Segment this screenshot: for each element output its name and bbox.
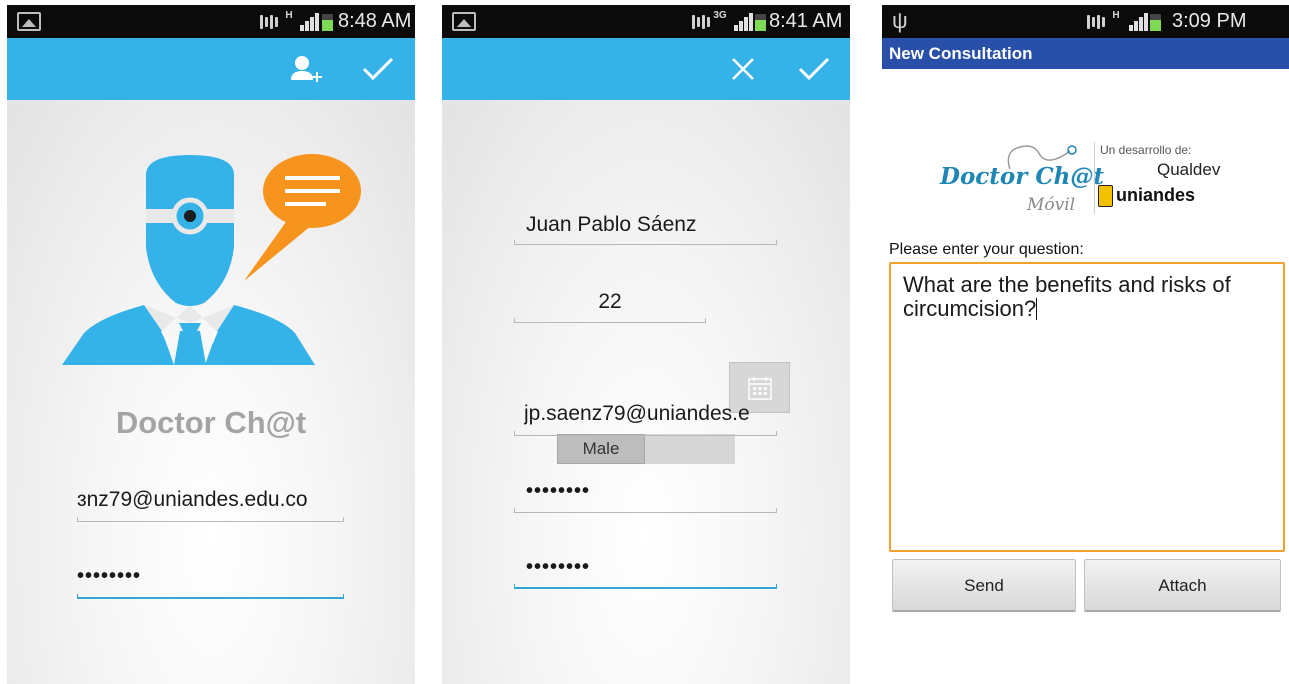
mute-icon — [692, 15, 712, 29]
uniandes-logo-mark — [1098, 185, 1113, 207]
network-type-indicator: H — [285, 10, 293, 21]
action-bar — [442, 38, 850, 100]
email-field[interactable]: jp.saenz79@uniandes.e — [514, 402, 777, 436]
signal-icon — [1129, 13, 1148, 31]
close-icon[interactable] — [730, 56, 756, 87]
logo-divider — [1094, 142, 1095, 214]
signal-icon — [734, 13, 753, 31]
page-title: New Consultation — [882, 38, 1289, 69]
email-value: jp.saenz79@uniandes.e — [524, 402, 750, 425]
check-icon[interactable] — [798, 56, 830, 87]
battery-icon — [322, 14, 333, 31]
mute-icon — [1087, 15, 1107, 29]
attach-button[interactable]: Attach — [1084, 559, 1281, 612]
calendar-icon — [748, 377, 772, 400]
question-prompt: Please enter your question: — [889, 241, 1084, 258]
status-time: 8:41 AM — [769, 10, 843, 32]
action-bar — [7, 38, 415, 100]
email-value: ɜnz79@uniandes.edu.co — [77, 488, 308, 511]
confirm-password-field[interactable]: •••••••• — [514, 556, 777, 589]
password-field[interactable]: •••••••• — [514, 480, 777, 513]
name-field[interactable]: Juan Pablo Sáenz — [514, 213, 777, 245]
register-screen: 3G 8:41 AM Juan Pablo Sáenz 22 Male jp.s… — [442, 5, 850, 684]
mute-icon — [260, 15, 280, 29]
status-time: 8:48 AM — [338, 10, 412, 32]
text-caret — [1036, 298, 1038, 320]
chat-bubble-icon — [244, 154, 361, 281]
check-icon[interactable] — [362, 56, 394, 87]
register-content: Juan Pablo Sáenz 22 Male jp.saenz79@unia… — [442, 100, 850, 684]
name-value: Juan Pablo Sáenz — [526, 213, 697, 236]
logo-dev-caption: Un desarrollo de: — [1100, 143, 1192, 157]
age-value: 22 — [598, 290, 622, 313]
add-contact-icon[interactable] — [290, 54, 324, 89]
question-text: What are the benefits and risks of circu… — [903, 272, 1231, 321]
gender-toggle-knob: Male — [557, 434, 645, 464]
send-button[interactable]: Send — [892, 559, 1076, 612]
password-field[interactable]: •••••••• — [77, 563, 344, 599]
status-bar: ψ H 3:09 PM — [882, 5, 1289, 38]
status-time: 3:09 PM — [1172, 10, 1247, 32]
email-field[interactable]: ɜnz79@uniandes.edu.co — [77, 488, 344, 522]
login-screen: H 8:48 AM Doctor Ch@t ɜnz79@uniandes.edu… — [7, 5, 415, 684]
age-field[interactable]: 22 — [514, 290, 706, 323]
usb-icon: ψ — [892, 8, 908, 33]
logo-brand: Doctor Ch@t — [940, 163, 1105, 190]
question-input[interactable]: What are the benefits and risks of circu… — [889, 262, 1285, 552]
status-bar: 3G 8:41 AM — [442, 5, 850, 38]
app-title: Doctor Ch@t — [115, 405, 307, 440]
battery-charging-icon — [1150, 14, 1161, 31]
password-value: •••••••• — [77, 565, 142, 587]
gallery-icon — [452, 12, 476, 31]
gallery-icon — [17, 12, 41, 31]
new-consultation-screen: ψ H 3:09 PM New Consultation Doctor Ch@t… — [882, 5, 1289, 684]
logo-brand-sub: Móvil — [1027, 195, 1076, 215]
logo-qualdev: Qualdev — [1157, 160, 1221, 179]
signal-icon — [300, 13, 319, 31]
gender-toggle[interactable]: Male — [557, 434, 735, 464]
login-content: Doctor Ch@t ɜnz79@uniandes.edu.co ••••••… — [7, 100, 415, 684]
network-type-indicator: H — [1112, 10, 1120, 21]
confirm-password-value: •••••••• — [526, 556, 591, 578]
network-type-indicator: 3G — [713, 10, 727, 21]
status-bar: H 8:48 AM — [7, 5, 415, 38]
battery-icon — [755, 14, 766, 31]
password-value: •••••••• — [526, 480, 591, 502]
logo-uniandes: uniandes — [1116, 185, 1196, 205]
